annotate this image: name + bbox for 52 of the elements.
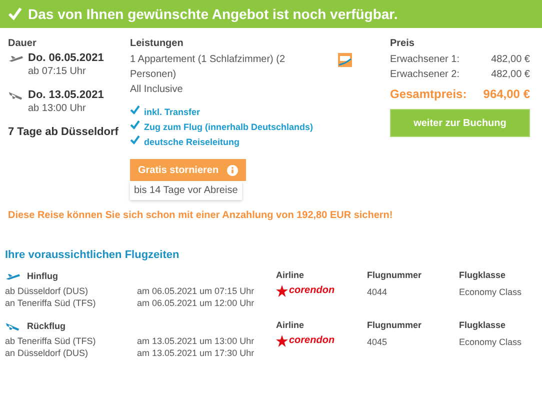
duration-heading: Dauer (8, 38, 38, 49)
airline-label: Airline (276, 319, 306, 332)
tour-operator-icon (338, 53, 352, 67)
flight-number: 4044 (367, 286, 388, 299)
departure-airport: ab Düsseldorf (DUS) (5, 285, 90, 297)
flight-class-label: Flugklasse (459, 319, 507, 332)
airline-logo-text: corendon (289, 335, 335, 347)
leg-date: Do. 13.05.2021 (28, 89, 105, 101)
departure-time: am 06.05.2021 um 07:15 Uhr (137, 285, 256, 297)
banner-text: Das von Ihnen gewünschte Angebot ist noch verfügbar. (28, 6, 398, 22)
book-button[interactable]: weiter zur Buchung (390, 109, 530, 137)
arrival-time: am 13.05.2021 um 17:30 Uhr (137, 347, 256, 359)
services-heading: Leistungen (130, 38, 184, 49)
info-icon (226, 164, 238, 176)
feature-text: deutsche Reiseleitung (144, 136, 240, 149)
leg-time: ab 13:00 Uhr (28, 102, 87, 116)
price-value: 482,00 € (491, 68, 530, 82)
board-text: All Inclusive (130, 83, 184, 97)
star-icon (276, 335, 288, 347)
price-heading: Preis (390, 38, 416, 49)
arrival-airport: an Teneriffa Süd (TFS) (5, 297, 97, 309)
airline-label: Airline (276, 269, 306, 282)
departure-time: am 13.05.2021 um 13:00 Uhr (137, 335, 256, 347)
flight-number-label: Flugnummer (367, 269, 423, 282)
arrival-time: am 06.05.2021 um 12:00 Uhr (137, 297, 256, 309)
price-label: Erwachsener 2: (390, 68, 460, 82)
flight-class-label: Flugklasse (459, 269, 507, 282)
deposit-notice: Diese Reise können Sie sich schon mit einer Anzahlung von 192,80 EUR sichern! (7, 209, 394, 221)
flight-number-label: Flugnummer (367, 319, 423, 332)
cancel-button[interactable]: Gratis stornieren (130, 159, 246, 181)
trip-summary: 7 Tage ab Düsseldorf (8, 126, 120, 138)
feature-text: Zug zum Flug (innerhalb Deutschlands) (144, 121, 314, 134)
flight-class: Economy Class (459, 286, 523, 299)
airline-logo-text: corendon (289, 285, 335, 297)
feature-text: inkl. Transfer (144, 106, 200, 119)
check-icon (8, 7, 22, 21)
leg-date: Do. 06.05.2021 (28, 52, 105, 64)
flight-number: 4045 (367, 336, 388, 349)
flights-heading: Ihre voraussichtlichen Flugzeiten (4, 248, 180, 263)
flight-label: Hinflug (27, 270, 58, 282)
cancel-note: bis 14 Tage vor Abreise (130, 181, 242, 200)
total-label: Gesamtpreis: (390, 87, 467, 101)
departure-airport: ab Teneriffa Süd (TFS) (5, 335, 97, 347)
price-value: 482,00 € (491, 53, 530, 67)
leg-time: ab 07:15 Uhr (28, 65, 87, 79)
flight-class: Economy Class (459, 336, 523, 349)
star-icon (276, 285, 288, 297)
total-value: 964,00 € (483, 87, 530, 101)
flight-label: Rückflug (27, 320, 66, 332)
room-text: 1 Appartement (1 Schlafzimmer) (2 Personen) (130, 53, 286, 82)
arrival-airport: an Düsseldorf (DUS) (5, 347, 90, 359)
price-label: Erwachsener 1: (390, 53, 460, 67)
